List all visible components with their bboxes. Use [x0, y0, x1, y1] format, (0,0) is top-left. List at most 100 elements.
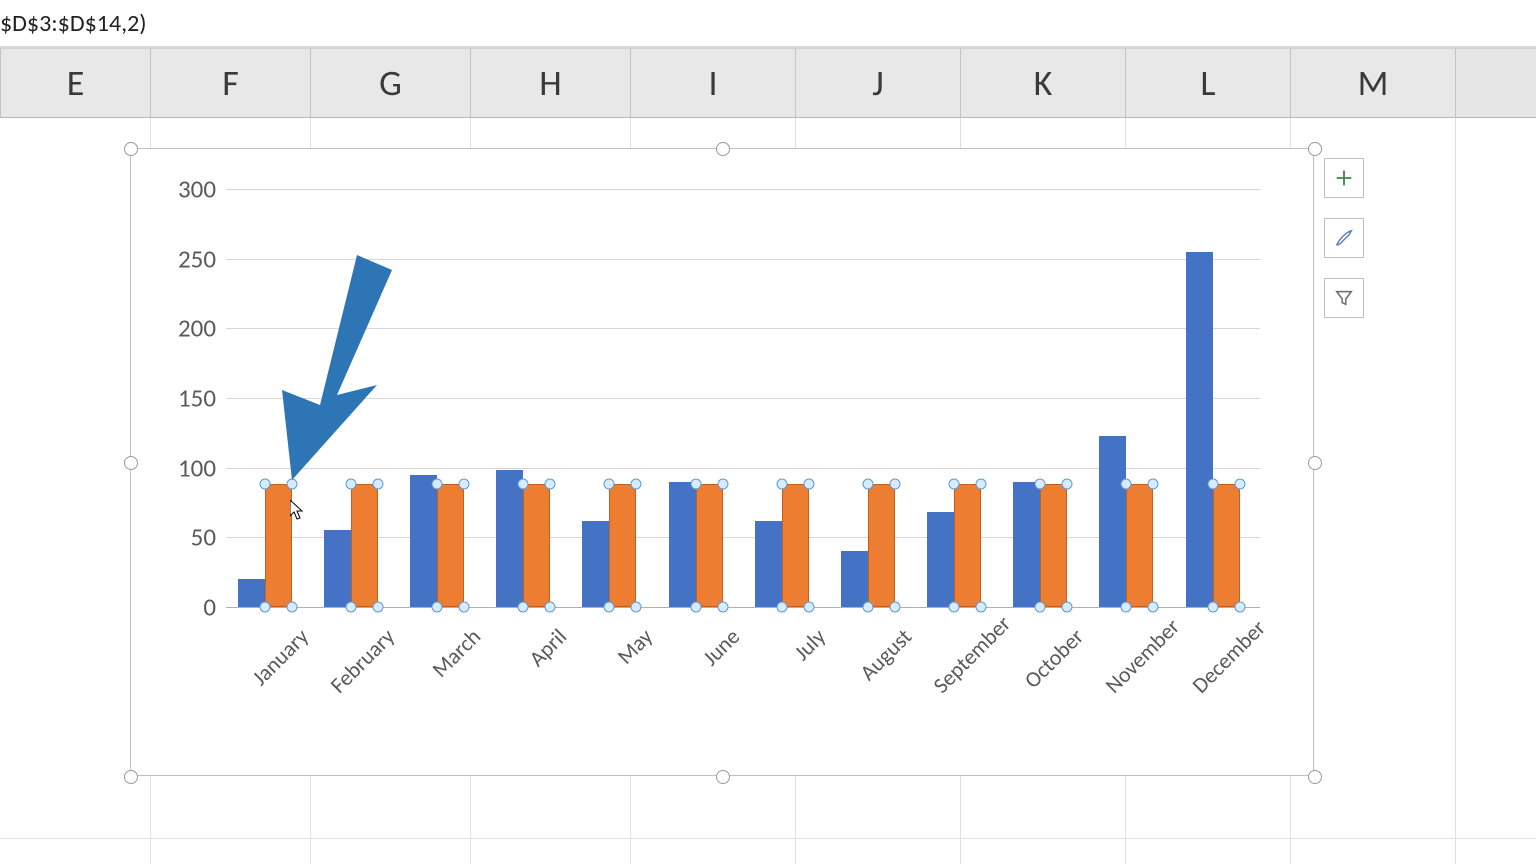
series-selection-handle[interactable]: [862, 602, 873, 613]
series-selection-handle[interactable]: [776, 602, 787, 613]
series-selection-handle[interactable]: [345, 479, 356, 490]
selection-handle[interactable]: [1308, 142, 1322, 156]
bar-series1[interactable]: [927, 512, 954, 607]
bar-series1[interactable]: [324, 530, 351, 607]
plot-area[interactable]: 050100150200250300JanuaryFebruaryMarchAp…: [226, 189, 1260, 607]
chart-gridline: [226, 398, 1260, 399]
series-selection-handle[interactable]: [1148, 479, 1159, 490]
column-header-J[interactable]: J: [796, 49, 961, 117]
chart-gridline: [226, 259, 1260, 260]
series-selection-handle[interactable]: [776, 479, 787, 490]
series-selection-handle[interactable]: [1121, 602, 1132, 613]
series-selection-handle[interactable]: [1234, 479, 1245, 490]
selection-handle[interactable]: [716, 770, 730, 784]
series-selection-handle[interactable]: [889, 602, 900, 613]
series-selection-handle[interactable]: [862, 479, 873, 490]
bar-series1[interactable]: [410, 475, 437, 607]
series-selection-handle[interactable]: [1121, 479, 1132, 490]
bar-series2[interactable]: [351, 484, 378, 607]
series-selection-handle[interactable]: [717, 602, 728, 613]
series-selection-handle[interactable]: [286, 602, 297, 613]
bar-series2[interactable]: [696, 484, 723, 607]
column-headers[interactable]: EFGHIJKLM: [0, 48, 1536, 118]
series-selection-handle[interactable]: [976, 479, 987, 490]
bar-series1[interactable]: [1013, 482, 1040, 607]
bar-series2[interactable]: [954, 484, 981, 607]
chart-elements-button[interactable]: [1324, 158, 1364, 198]
column-header-F[interactable]: F: [151, 49, 311, 117]
selection-handle[interactable]: [716, 142, 730, 156]
series-selection-handle[interactable]: [545, 602, 556, 613]
x-tick-label: April: [497, 623, 573, 699]
series-selection-handle[interactable]: [604, 479, 615, 490]
column-header-E[interactable]: E: [1, 49, 151, 117]
series-selection-handle[interactable]: [1062, 602, 1073, 613]
series-selection-handle[interactable]: [432, 602, 443, 613]
bar-series1[interactable]: [755, 521, 782, 607]
column-header-M[interactable]: M: [1291, 49, 1456, 117]
chart-object[interactable]: 050100150200250300JanuaryFebruaryMarchAp…: [130, 148, 1314, 776]
column-header-G[interactable]: G: [311, 49, 471, 117]
series-selection-handle[interactable]: [1234, 602, 1245, 613]
series-selection-handle[interactable]: [372, 479, 383, 490]
series-selection-handle[interactable]: [459, 602, 470, 613]
bar-series2[interactable]: [265, 484, 292, 607]
series-selection-handle[interactable]: [949, 602, 960, 613]
bar-series1[interactable]: [1186, 252, 1213, 607]
bar-series2[interactable]: [1040, 484, 1067, 607]
series-selection-handle[interactable]: [631, 479, 642, 490]
series-selection-handle[interactable]: [432, 479, 443, 490]
column-header-H[interactable]: H: [471, 49, 631, 117]
formula-bar[interactable]: $D$3:$D$14,2): [0, 0, 1536, 48]
bar-series2[interactable]: [437, 484, 464, 607]
selection-handle[interactable]: [124, 770, 138, 784]
series-selection-handle[interactable]: [803, 479, 814, 490]
bar-series2[interactable]: [523, 484, 550, 607]
selection-handle[interactable]: [124, 456, 138, 470]
chart-filters-button[interactable]: [1324, 278, 1364, 318]
series-selection-handle[interactable]: [717, 479, 728, 490]
bar-series1[interactable]: [582, 521, 609, 607]
series-selection-handle[interactable]: [518, 602, 529, 613]
bar-series2[interactable]: [609, 484, 636, 607]
column-header-I[interactable]: I: [631, 49, 796, 117]
series-selection-handle[interactable]: [631, 602, 642, 613]
selection-handle[interactable]: [124, 142, 138, 156]
series-selection-handle[interactable]: [949, 479, 960, 490]
series-selection-handle[interactable]: [1035, 602, 1046, 613]
series-selection-handle[interactable]: [604, 602, 615, 613]
bar-series1[interactable]: [1099, 436, 1126, 607]
series-selection-handle[interactable]: [1207, 479, 1218, 490]
bar-series2[interactable]: [1213, 484, 1240, 607]
series-selection-handle[interactable]: [518, 479, 529, 490]
bar-series1[interactable]: [841, 551, 868, 607]
bar-series1[interactable]: [669, 482, 696, 607]
series-selection-handle[interactable]: [1207, 602, 1218, 613]
bar-series1[interactable]: [496, 470, 523, 607]
series-selection-handle[interactable]: [690, 479, 701, 490]
bar-series2[interactable]: [1126, 484, 1153, 607]
series-selection-handle[interactable]: [976, 602, 987, 613]
bar-series2[interactable]: [868, 484, 895, 607]
x-tick-label: May: [583, 623, 659, 699]
y-tick-label: 100: [178, 452, 216, 483]
column-header-L[interactable]: L: [1126, 49, 1291, 117]
series-selection-handle[interactable]: [889, 479, 900, 490]
series-selection-handle[interactable]: [803, 602, 814, 613]
series-selection-handle[interactable]: [345, 602, 356, 613]
selection-handle[interactable]: [1308, 456, 1322, 470]
series-selection-handle[interactable]: [1035, 479, 1046, 490]
selection-handle[interactable]: [1308, 770, 1322, 784]
series-selection-handle[interactable]: [259, 602, 270, 613]
column-header-K[interactable]: K: [961, 49, 1126, 117]
series-selection-handle[interactable]: [545, 479, 556, 490]
series-selection-handle[interactable]: [1148, 602, 1159, 613]
series-selection-handle[interactable]: [1062, 479, 1073, 490]
series-selection-handle[interactable]: [459, 479, 470, 490]
series-selection-handle[interactable]: [690, 602, 701, 613]
chart-styles-button[interactable]: [1324, 218, 1364, 258]
series-selection-handle[interactable]: [372, 602, 383, 613]
series-selection-handle[interactable]: [286, 479, 297, 490]
series-selection-handle[interactable]: [259, 479, 270, 490]
bar-series2[interactable]: [782, 484, 809, 607]
